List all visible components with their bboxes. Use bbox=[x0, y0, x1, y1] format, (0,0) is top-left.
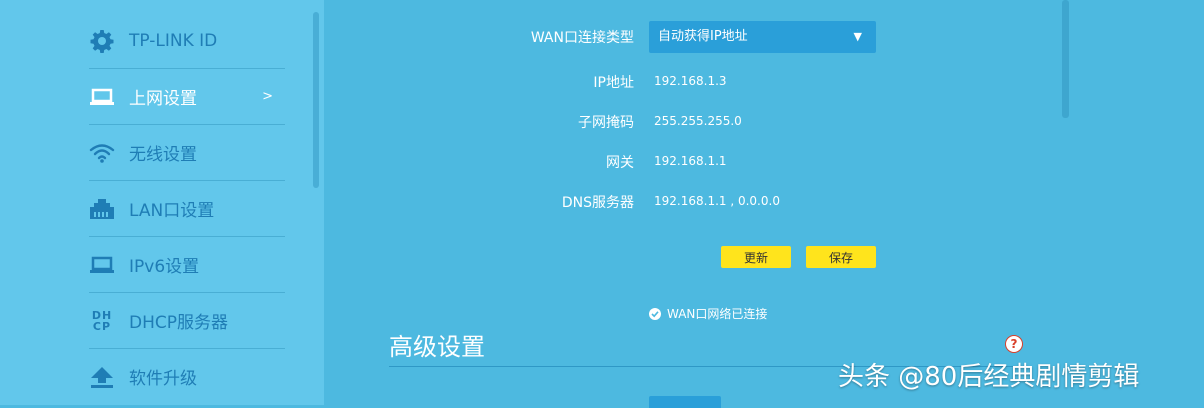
gateway-label: 网关 bbox=[606, 155, 634, 171]
check-circle-icon bbox=[649, 307, 661, 320]
gear-icon bbox=[89, 28, 115, 54]
refresh-button[interactable]: 更新 bbox=[721, 246, 791, 268]
wan-type-label: WAN口连接类型 bbox=[530, 30, 634, 46]
dns-server-label: DNS服务器 bbox=[561, 195, 634, 211]
wan-status-text: WAN口网络已连接 bbox=[667, 307, 768, 321]
sidebar-item-label: 上网设置 bbox=[129, 89, 197, 109]
sidebar-nav: TP-LINK ID 上网设置 > 无线设置 LAN口设置 IPv6设置 DH … bbox=[89, 13, 285, 404]
sidebar-item-label: 无线设置 bbox=[129, 145, 197, 165]
sidebar-item-internet-settings[interactable]: 上网设置 > bbox=[89, 69, 285, 125]
upload-icon bbox=[89, 364, 115, 390]
subnet-mask-value: 255.255.255.0 bbox=[654, 114, 742, 128]
sidebar-item-label: LAN口设置 bbox=[129, 201, 215, 221]
chevron-right-icon: > bbox=[262, 89, 273, 104]
sidebar: TP-LINK ID 上网设置 > 无线设置 LAN口设置 IPv6设置 DH … bbox=[0, 0, 324, 405]
help-icon[interactable]: ? bbox=[1005, 335, 1023, 353]
sidebar-item-label: DHCP服务器 bbox=[129, 313, 228, 333]
caret-down-icon: ▼ bbox=[853, 30, 862, 43]
field-row: DNS服务器 192.168.1.1 , 0.0.0.0 bbox=[324, 192, 924, 212]
sidebar-item-label: IPv6设置 bbox=[129, 257, 200, 277]
dns-server-value: 192.168.1.1 , 0.0.0.0 bbox=[654, 194, 780, 208]
wifi-icon bbox=[89, 140, 115, 166]
dhcp-icon: DH CP bbox=[89, 308, 115, 334]
wan-status: WAN口网络已连接 bbox=[649, 305, 767, 322]
sidebar-item-firmware-upgrade[interactable]: 软件升级 bbox=[89, 349, 285, 404]
wan-type-value: 自动获得IP地址 bbox=[658, 29, 748, 44]
field-row: IP地址 192.168.1.3 bbox=[324, 72, 924, 92]
save-button[interactable]: 保存 bbox=[806, 246, 876, 268]
sidebar-item-lan[interactable]: LAN口设置 bbox=[89, 181, 285, 237]
dhcp-icon-line-2: CP bbox=[92, 319, 112, 333]
ip-address-label: IP地址 bbox=[593, 75, 634, 91]
field-row: 子网掩码 255.255.255.0 bbox=[324, 112, 924, 132]
sidebar-scrollbar[interactable] bbox=[313, 12, 319, 188]
main-scrollbar[interactable] bbox=[1062, 0, 1069, 118]
ethernet-port-icon bbox=[89, 196, 115, 222]
sidebar-item-ipv6[interactable]: IPv6设置 bbox=[89, 237, 285, 293]
sidebar-item-tplink-id[interactable]: TP-LINK ID bbox=[89, 13, 285, 69]
sidebar-item-dhcp[interactable]: DH CP DHCP服务器 bbox=[89, 293, 285, 349]
sidebar-item-label: TP-LINK ID bbox=[129, 30, 218, 51]
field-row: 网关 192.168.1.1 bbox=[324, 152, 924, 172]
subnet-mask-label: 子网掩码 bbox=[578, 115, 634, 131]
watermark: 头条 @80后经典剧情剪辑 bbox=[838, 362, 1140, 392]
dhcp-icon-line-1: DH bbox=[91, 308, 113, 322]
laptop-icon bbox=[89, 84, 115, 110]
gateway-value: 192.168.1.1 bbox=[654, 154, 727, 168]
wan-type-select[interactable]: 自动获得IP地址 ▼ bbox=[649, 21, 876, 53]
advanced-tab-stub[interactable] bbox=[649, 396, 721, 408]
laptop-icon bbox=[89, 252, 115, 278]
ip-address-value: 192.168.1.3 bbox=[654, 74, 727, 88]
sidebar-item-label: 软件升级 bbox=[129, 369, 197, 389]
sidebar-item-wireless[interactable]: 无线设置 bbox=[89, 125, 285, 181]
main-panel: WAN口连接类型 自动获得IP地址 ▼ IP地址 192.168.1.3 子网掩… bbox=[324, 0, 1204, 408]
advanced-settings-title: 高级设置 bbox=[389, 333, 485, 361]
